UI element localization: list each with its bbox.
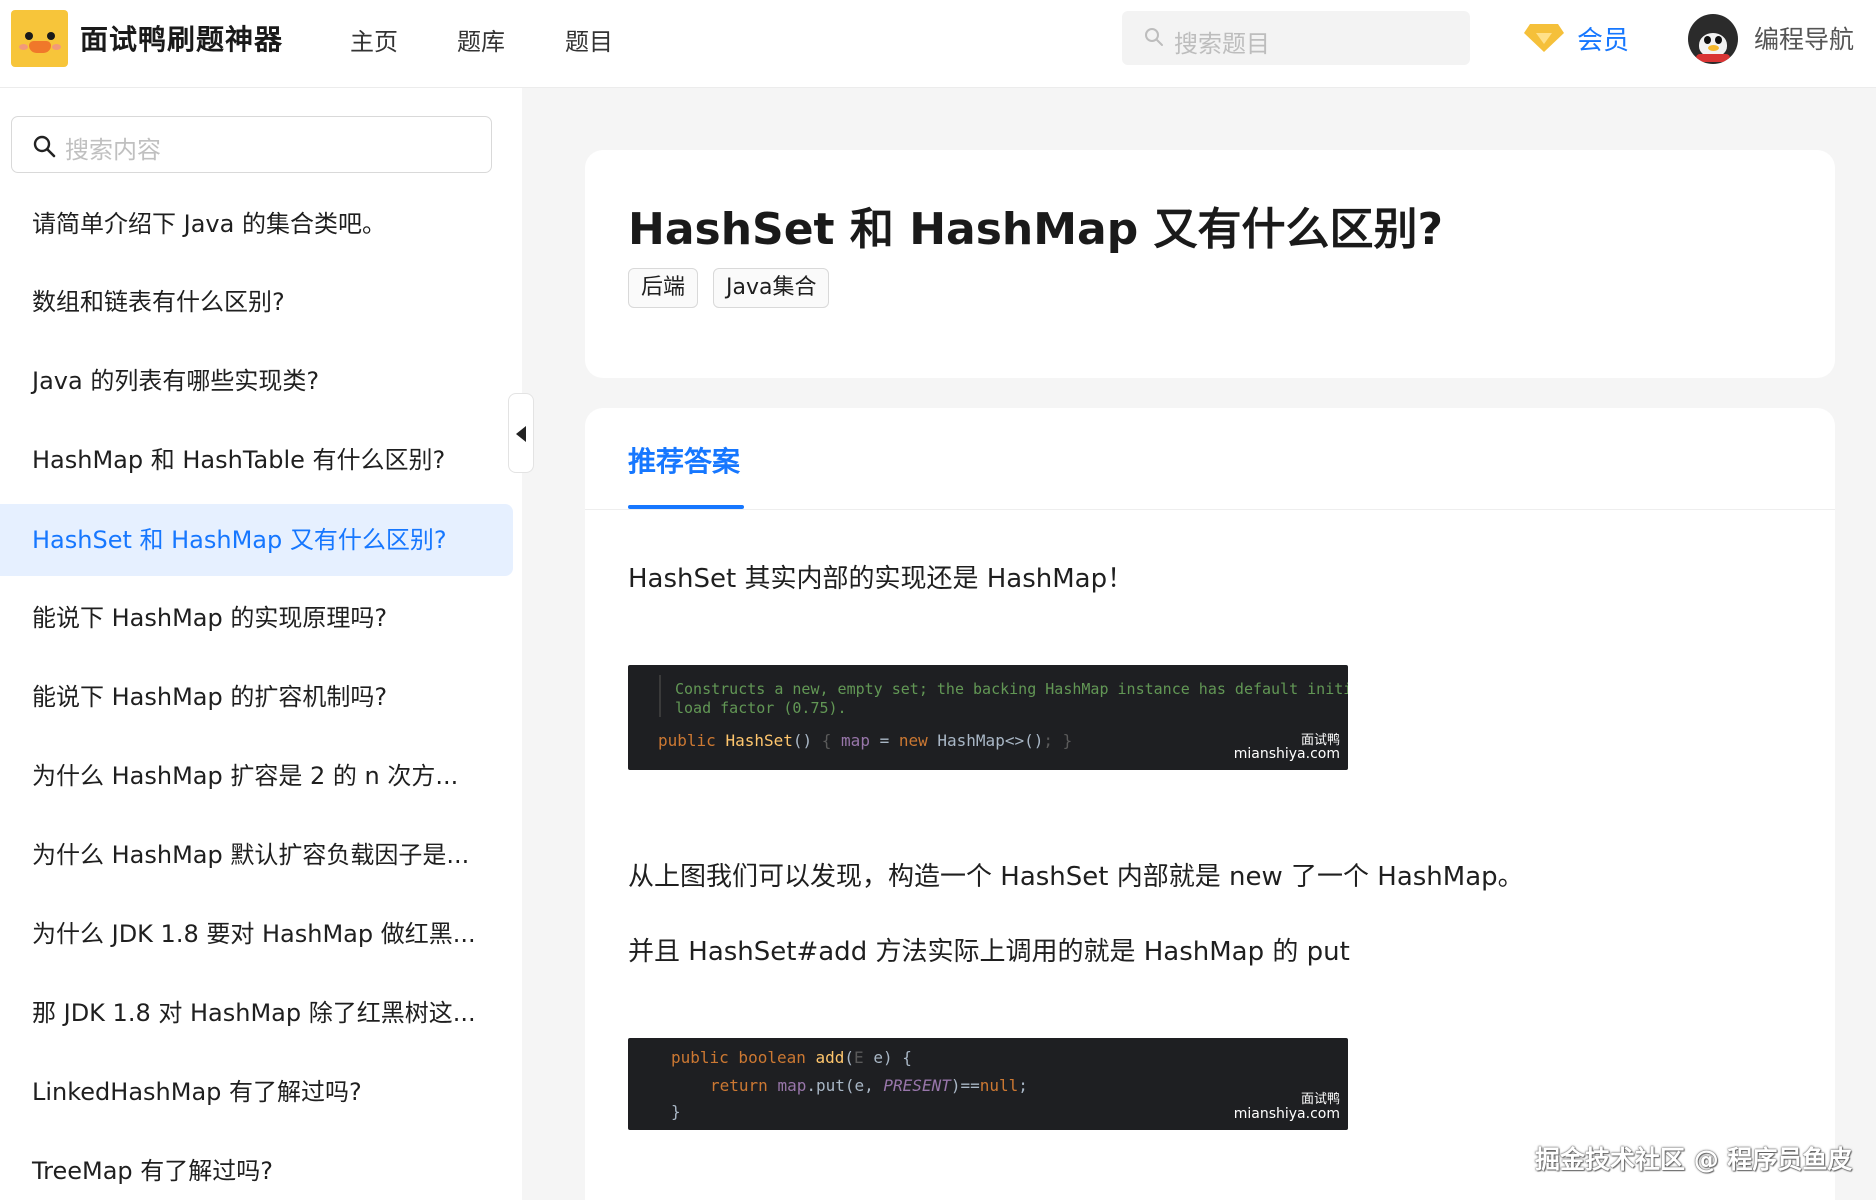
nav-questions[interactable]: 题目 <box>565 22 613 57</box>
avatar-scarf <box>1696 54 1730 62</box>
nav-question-bank[interactable]: 题库 <box>457 22 505 57</box>
duck-bill <box>29 41 51 53</box>
sidebar-item[interactable]: HashMap 和 HashTable 有什么区别? <box>0 424 513 496</box>
search-icon <box>1145 28 1163 46</box>
sidebar-item[interactable]: 为什么 HashMap 扩容是 2 的 n 次方... <box>0 740 513 812</box>
tag-java-collection[interactable]: Java集合 <box>713 268 830 308</box>
code-comment: Constructs a new, empty set; the backing… <box>675 680 1348 698</box>
code-line: } <box>671 1102 681 1121</box>
nav-guide-link[interactable]: 编程导航 <box>1754 20 1854 56</box>
tag-backend[interactable]: 后端 <box>628 268 699 308</box>
sidebar-item[interactable]: 那 JDK 1.8 对 HashMap 除了红黑树这... <box>0 977 513 1049</box>
answer-paragraph: 从上图我们可以发现，构造一个 HashSet 内部就是 new 了一个 Hash… <box>628 862 1524 892</box>
duck-eye-right <box>47 32 55 40</box>
brand-name[interactable]: 面试鸭刷题神器 <box>80 18 283 58</box>
code-watermark-domain: mianshiya.com <box>1233 1106 1340 1122</box>
header-search-placeholder: 搜索题目 <box>1174 30 1270 58</box>
question-card <box>585 150 1835 378</box>
tab-active-indicator <box>628 505 744 509</box>
sidebar-item[interactable]: LinkedHashMap 有了解过吗? <box>0 1056 513 1128</box>
code-comment: load factor (0.75). <box>675 699 847 717</box>
sidebar-item-active[interactable]: HashSet 和 HashMap 又有什么区别? <box>0 504 513 576</box>
code-screenshot-constructor: Constructs a new, empty set; the backing… <box>628 665 1348 770</box>
sidebar-item[interactable]: 能说下 HashMap 的实现原理吗? <box>0 582 513 654</box>
code-screenshot-add-method: public boolean add(E e) { return map.put… <box>628 1038 1348 1130</box>
sidebar-collapse-button[interactable] <box>508 393 534 473</box>
vip-link[interactable]: 会员 <box>1577 20 1629 57</box>
sidebar-item[interactable]: Java 的列表有哪些实现类? <box>0 345 513 417</box>
duck-cheek-right <box>52 44 61 50</box>
sidebar-search-input[interactable]: 搜索内容 <box>11 116 492 173</box>
tab-divider <box>585 509 1835 510</box>
sidebar-item[interactable]: 请简单介绍下 Java 的集合类吧。 <box>0 188 513 260</box>
avatar-eye-left <box>1704 36 1711 44</box>
sidebar-item[interactable]: 为什么 HashMap 默认扩容负载因子是... <box>0 819 513 891</box>
tab-recommended-answer[interactable]: 推荐答案 <box>628 440 740 480</box>
answer-paragraph: 并且 HashSet#add 方法实际上调用的就是 HashMap 的 put <box>628 937 1350 967</box>
top-header: 面试鸭刷题神器 主页 题库 题目 搜索题目 会员 编程导航 <box>0 0 1876 88</box>
sidebar-item[interactable]: TreeMap 有了解过吗? <box>0 1135 513 1200</box>
diamond-vip-icon[interactable] <box>1524 20 1564 54</box>
comment-bar <box>659 675 661 717</box>
code-watermark-name: 面试鸭 <box>1300 1092 1340 1107</box>
juejin-watermark: 掘金技术社区 @ 程序员鱼皮 <box>1535 1145 1853 1174</box>
sidebar-search-placeholder: 搜索内容 <box>65 136 161 164</box>
sidebar-item[interactable]: 为什么 JDK 1.8 要对 HashMap 做红黑... <box>0 898 513 970</box>
code-watermark-domain: mianshiya.com <box>1233 746 1340 762</box>
code-line: public HashSet() { map = new HashMap<>()… <box>658 731 1073 750</box>
sidebar-item[interactable]: 数组和链表有什么区别? <box>0 266 513 338</box>
duck-logo-icon[interactable] <box>11 10 68 67</box>
duck-eye-left <box>25 32 33 40</box>
header-search-input[interactable]: 搜索题目 <box>1122 11 1470 65</box>
avatar[interactable] <box>1688 14 1738 64</box>
search-icon <box>33 135 56 158</box>
question-sidebar: 搜索内容 请简单介绍下 Java 的集合类吧。 数组和链表有什么区别? Java… <box>0 88 534 1200</box>
avatar-beak <box>1708 45 1719 51</box>
code-line: public boolean add(E e) { <box>671 1048 912 1067</box>
nav-home[interactable]: 主页 <box>350 22 398 57</box>
code-line: return map.put(e, PRESENT)==null; <box>710 1076 1028 1095</box>
duck-cheek-left <box>19 44 28 50</box>
question-title: HashSet 和 HashMap 又有什么区别? <box>628 204 1444 255</box>
caret-left-icon <box>516 426 526 442</box>
avatar-eye-right <box>1715 36 1722 44</box>
answer-paragraph: HashSet 其实内部的实现还是 HashMap！ <box>628 564 1134 594</box>
sidebar-item[interactable]: 能说下 HashMap 的扩容机制吗? <box>0 661 513 733</box>
